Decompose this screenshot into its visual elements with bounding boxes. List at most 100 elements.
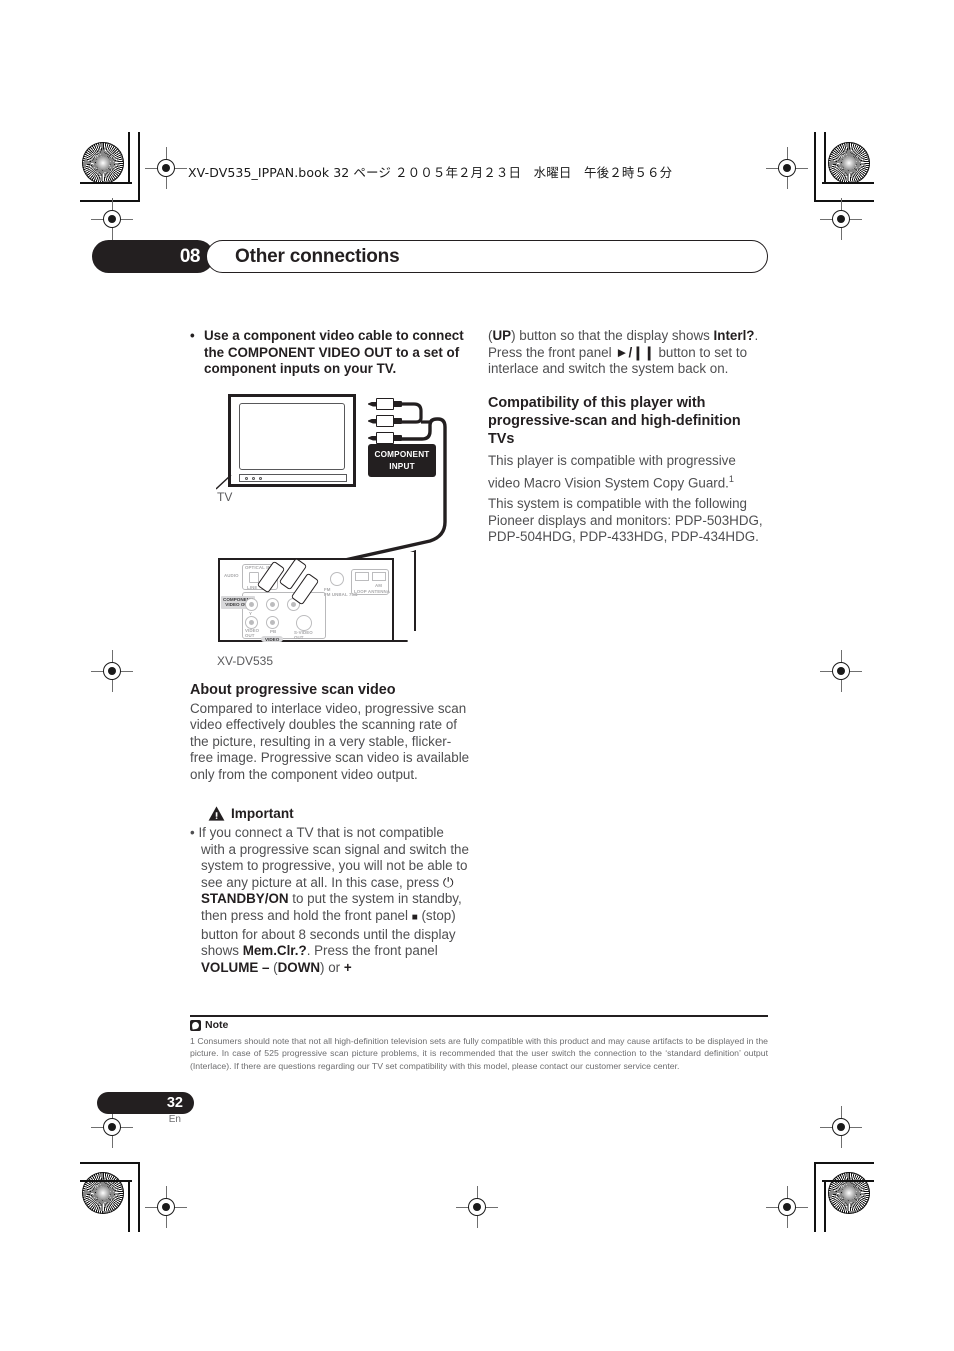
important-seg1: If you connect a TV that is not compatib… <box>198 825 469 890</box>
video-out-line2: OUT <box>245 632 255 638</box>
registration-mark-top-right <box>766 147 808 189</box>
antenna-terminal-left <box>355 572 369 581</box>
important-bold-standby: STANDBY/ON <box>201 891 289 907</box>
crop-mark-bl2-v <box>138 1162 140 1232</box>
important-heading-row: Important <box>190 806 471 821</box>
crop-mark-br2-h <box>814 1162 874 1164</box>
crop-mark-bl-h <box>80 1180 132 1182</box>
tv-control-strip <box>239 474 347 482</box>
continued-bold-up: UP <box>492 328 512 343</box>
component-input-label: COMPONENT INPUT <box>368 444 436 477</box>
important-seg5: ( <box>269 959 278 975</box>
tv-indicator-2 <box>252 476 255 480</box>
compatibility-para2: This system is compatible with the follo… <box>488 496 763 545</box>
tv-illustration <box>228 394 356 487</box>
right-column: (UP) button so that the display shows In… <box>488 328 769 546</box>
crop-mark-tl2-v <box>138 132 140 202</box>
registration-mark-right-upper <box>820 198 862 240</box>
video-group-label: VIDEO <box>261 636 284 643</box>
am-label: AM <box>375 583 383 588</box>
plug-barrel-icon <box>376 398 394 410</box>
print-star-mark-top-right <box>828 142 870 184</box>
rear-panel-face: OPTICAL IN AUDIO LINE COMPONENT VIDEO OU… <box>218 558 394 643</box>
rear-panel-side <box>394 550 416 642</box>
plug-barrel-icon <box>376 415 394 427</box>
page-title: Other connections <box>235 245 400 267</box>
component-connection-diagram: TV COMPONENT INPUT OPTICAL IN AUDIO LINE… <box>216 392 478 668</box>
important-bold-memclr: Mem.Clr.? <box>242 943 307 959</box>
print-star-mark-bottom-left <box>82 1172 124 1214</box>
component-cable-bullet: • Use a component video cable to connect … <box>190 328 471 378</box>
crop-mark-tl-v <box>128 132 130 184</box>
registration-mark-bottom-left <box>145 1186 187 1228</box>
video-out-label: VIDEO OUT <box>245 628 259 639</box>
registration-mark-right-middle <box>820 650 862 692</box>
continued-paragraph: (UP) button so that the display shows In… <box>488 328 769 378</box>
component-input-line2: INPUT <box>389 461 415 471</box>
footnote-reference: 1 <box>728 473 734 484</box>
chapter-title-pill: Other connections <box>206 240 768 273</box>
svideo-jack-icon <box>296 615 312 631</box>
important-body: • If you connect a TV that is not compat… <box>190 825 471 976</box>
pb-jack <box>266 598 279 611</box>
crop-mark-br-v <box>824 1180 826 1232</box>
important-label: Important <box>231 806 294 821</box>
note-pencil-icon <box>190 1019 201 1031</box>
audio-label: AUDIO <box>224 573 239 578</box>
loop-antenna-label: LOOP ANTENNA <box>354 589 391 594</box>
chapter-header: 08 Other connections <box>92 240 768 274</box>
tv-leader-line <box>216 474 232 490</box>
crop-mark-tr-v <box>824 132 826 184</box>
compat-para1-text: This player is compatible with progressi… <box>488 452 736 491</box>
component-plug-pr <box>368 432 402 444</box>
component-plug-pb <box>368 415 402 427</box>
crop-mark-bl-v <box>128 1180 130 1232</box>
line-label: LINE <box>247 585 258 590</box>
crop-mark-br-h <box>822 1180 874 1182</box>
crop-mark-bl2-h <box>80 1162 140 1164</box>
chapter-number: 08 <box>92 240 214 273</box>
xv-dv535-rear-panel: OPTICAL IN AUDIO LINE COMPONENT VIDEO OU… <box>218 550 418 648</box>
plug-tail-icon <box>393 418 402 424</box>
registration-mark-right-lower <box>820 1106 862 1148</box>
continued-seg2: ) button so that the display shows <box>511 328 714 343</box>
important-bold-plus: + <box>343 959 352 975</box>
registration-mark-bottom-right <box>766 1186 808 1228</box>
page-language-code: En <box>168 1114 181 1125</box>
important-bullet-glyph: • <box>190 825 195 840</box>
compatibility-section: Compatibility of this player with progre… <box>488 395 769 546</box>
footnote-text: 1 Consumers should note that not all hig… <box>190 1036 768 1071</box>
plug-barrel-icon <box>376 432 394 444</box>
crop-mark-tr2-v <box>814 132 816 202</box>
compatibility-heading-line1: Compatibility of this player with <box>488 394 706 411</box>
bullet-bold-term: COMPONENT VIDEO OUT <box>227 344 393 360</box>
device-caption: XV-DV535 <box>217 654 274 668</box>
fm-antenna-jack <box>330 572 344 586</box>
svideo-out-label: S-VIDEO OUT <box>294 630 313 641</box>
important-bold-volume: VOLUME – <box>201 959 270 975</box>
tv-caption: TV <box>217 490 233 504</box>
registration-mark-left-upper <box>91 198 133 240</box>
play-pause-glyph-icon: ►/❙❙ <box>615 344 655 360</box>
registration-mark-top-left <box>145 147 187 189</box>
component-plug-y <box>368 398 402 410</box>
registration-mark-left-middle <box>91 650 133 692</box>
about-body: Compared to interlace video, progressive… <box>190 700 470 782</box>
bullet-glyph: • <box>190 328 195 343</box>
tv-indicator-3 <box>259 476 262 480</box>
compatibility-para1: This player is compatible with progressi… <box>488 451 769 492</box>
important-bold-down: DOWN <box>277 959 321 975</box>
note-label: Note <box>205 1019 229 1031</box>
antenna-terminal-right <box>372 572 386 581</box>
print-star-mark-top-left <box>82 142 124 184</box>
important-seg6: ) or <box>320 959 344 975</box>
book-file-line: XV-DV535_IPPAN.book 32 ページ ２００５年２月２３日 水曜… <box>188 165 673 180</box>
plug-tail-icon <box>393 435 402 441</box>
important-seg4: . Press the front panel <box>306 943 438 959</box>
svideo-line2: OUT <box>294 634 304 640</box>
footnote-divider <box>190 1015 768 1018</box>
tv-indicator-1 <box>245 476 248 480</box>
crop-mark-br2-v <box>814 1162 816 1232</box>
crop-mark-tr-h <box>822 182 874 184</box>
left-column: • Use a component video cable to connect … <box>190 328 471 378</box>
